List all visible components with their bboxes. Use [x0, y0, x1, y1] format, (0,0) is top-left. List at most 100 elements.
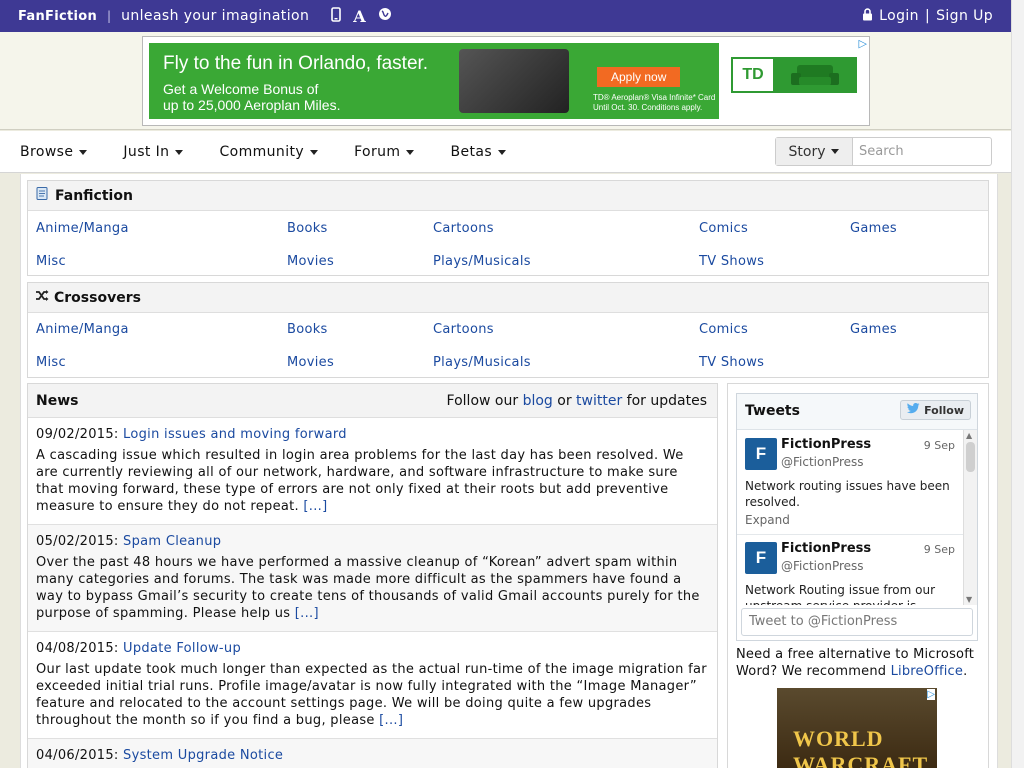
caret-down-icon — [831, 149, 840, 154]
fanfiction-anime-manga[interactable]: Anime/Manga — [36, 221, 129, 236]
crossover-plays-musicals[interactable]: Plays/Musicals — [433, 355, 531, 370]
tweet-author-name[interactable]: FictionPress — [781, 437, 871, 452]
shuffle-icon — [35, 289, 49, 306]
crossover-comics[interactable]: Comics — [699, 322, 748, 337]
tweets-scrollbar[interactable]: ▲ ▼ — [963, 430, 977, 605]
apply-now-button[interactable]: Apply now — [597, 67, 681, 87]
news-follow-text: Follow our blog or twitter for updates — [447, 393, 707, 409]
fanfiction-cartoons[interactable]: Cartoons — [433, 221, 494, 236]
news-item: 04/08/2015: Update Follow-up Our last up… — [28, 632, 717, 739]
caret-down-icon — [498, 149, 507, 155]
news-date: 04/06/2015: — [36, 748, 119, 763]
scroll-down-icon[interactable]: ▼ — [966, 595, 972, 604]
twitter-widget: Tweets Follow F FictionPress @FictionPre… — [736, 393, 978, 641]
news-date: 05/02/2015: — [36, 534, 119, 549]
news-title-link[interactable]: Spam Cleanup — [123, 534, 221, 549]
news-title-link[interactable]: System Upgrade Notice — [123, 748, 283, 763]
tweet-date[interactable]: 9 Sep — [924, 439, 955, 452]
adchoices-icon[interactable]: ▷ — [927, 689, 935, 700]
tweet-text: Network Routing issue from our upstream … — [745, 583, 936, 605]
font-icon[interactable]: A — [353, 7, 365, 26]
side-ad-banner[interactable]: WORLD WARCRAFT ▷ — [777, 688, 937, 768]
news-header: News Follow our blog or twitter for upda… — [28, 384, 717, 418]
fanfiction-books[interactable]: Books — [287, 221, 328, 236]
caret-down-icon — [175, 149, 184, 155]
fanfiction-comics[interactable]: Comics — [699, 221, 748, 236]
ad-headline: Fly to the fun in Orlando, faster. — [163, 53, 429, 74]
fanfiction-movies[interactable]: Movies — [287, 254, 334, 269]
news-more-link[interactable]: [...] — [303, 499, 327, 514]
fanfiction-plays-musicals[interactable]: Plays/Musicals — [433, 254, 531, 269]
fictionpress-avatar[interactable]: F — [745, 542, 777, 574]
libreoffice-link[interactable]: LibreOffice — [891, 664, 964, 679]
tweet-date[interactable]: 9 Sep — [924, 543, 955, 556]
twitter-follow-button[interactable]: Follow — [900, 400, 971, 420]
crossover-misc[interactable]: Misc — [36, 355, 66, 370]
tweets-header: Tweets Follow — [737, 394, 977, 430]
crossover-cartoons[interactable]: Cartoons — [433, 322, 494, 337]
search-type-select[interactable]: Story — [776, 138, 853, 165]
crossovers-title: Crossovers — [54, 289, 141, 306]
scroll-up-icon[interactable]: ▲ — [966, 431, 972, 440]
fictionpress-avatar[interactable]: F — [745, 438, 777, 470]
top-bar: FanFiction | unleash your imagination A … — [0, 0, 1011, 32]
ad-green-panel: Fly to the fun in Orlando, faster. Get a… — [149, 43, 719, 119]
armchair-icon — [791, 65, 839, 85]
news-item: 09/02/2015: Login issues and moving forw… — [28, 418, 717, 525]
caret-down-icon — [406, 149, 415, 155]
follow-suffix: for updates — [626, 393, 707, 409]
news-title-link[interactable]: Update Follow-up — [123, 641, 241, 656]
tweet-compose-input[interactable]: Tweet to @FictionPress — [741, 608, 973, 636]
top-ad-banner[interactable]: Fly to the fun in Orlando, faster. Get a… — [142, 36, 870, 126]
tweet-author-name[interactable]: FictionPress — [781, 541, 871, 556]
nav-forum[interactable]: Forum — [354, 144, 415, 160]
page-scrollbar[interactable] — [1011, 0, 1024, 768]
login-link[interactable]: Login — [879, 8, 919, 24]
tweet-author-handle[interactable]: @FictionPress — [781, 559, 864, 573]
td-logo: TD — [733, 59, 773, 91]
news-title-link[interactable]: Login issues and moving forward — [123, 427, 347, 442]
fanfiction-categories: Fanfiction Anime/Manga Books Cartoons Co… — [27, 180, 989, 276]
blog-link[interactable]: blog — [523, 393, 553, 409]
tweet[interactable]: F FictionPress @FictionPress 9 Sep Netwo… — [737, 535, 963, 605]
libreoffice-recommendation: Need a free alternative to Microsoft Wor… — [736, 646, 984, 680]
top-ad-area: Fly to the fun in Orlando, faster. Get a… — [0, 32, 1011, 130]
mobile-icon[interactable] — [331, 6, 342, 26]
globe-icon[interactable] — [378, 7, 392, 25]
crossover-books[interactable]: Books — [287, 322, 328, 337]
nav-betas[interactable]: Betas — [450, 144, 507, 160]
fanfiction-misc[interactable]: Misc — [36, 254, 66, 269]
nav-community-label: Community — [219, 144, 305, 160]
news-more-link[interactable]: [...] — [379, 713, 403, 728]
tweet-author-handle[interactable]: @FictionPress — [781, 455, 864, 469]
twitter-link[interactable]: twitter — [576, 393, 622, 409]
recommend-period: . — [963, 664, 968, 679]
tweet-expand-link[interactable]: Expand — [745, 513, 790, 527]
crossover-tv-shows[interactable]: TV Shows — [699, 355, 764, 370]
credit-card-image — [459, 49, 569, 113]
tweet[interactable]: F FictionPress @FictionPress 9 Sep Netwo… — [737, 431, 963, 535]
tweets-title: Tweets — [745, 403, 800, 419]
site-logo[interactable]: FanFiction — [18, 9, 97, 24]
crossover-movies[interactable]: Movies — [287, 355, 334, 370]
main-nav: Browse Just In Community Forum Betas Sto… — [0, 131, 1011, 173]
crossover-anime-manga[interactable]: Anime/Manga — [36, 322, 129, 337]
nav-just-in[interactable]: Just In — [123, 144, 184, 160]
adchoices-icon[interactable]: ▷ — [859, 37, 867, 50]
tweets-scroll-thumb[interactable] — [966, 442, 975, 472]
signup-link[interactable]: Sign Up — [936, 8, 993, 24]
nav-community[interactable]: Community — [219, 144, 319, 160]
crossover-games[interactable]: Games — [850, 322, 897, 337]
fanfiction-tv-shows[interactable]: TV Shows — [699, 254, 764, 269]
site-tagline: unleash your imagination — [121, 8, 310, 24]
news-more-link[interactable]: [...] — [295, 606, 319, 621]
nav-just-in-label: Just In — [123, 144, 170, 160]
nav-browse[interactable]: Browse — [20, 144, 88, 160]
side-ad-logo-text: WORLD WARCRAFT — [793, 726, 929, 768]
auth-links: Login | Sign Up — [862, 0, 993, 32]
top-icons: A — [331, 7, 391, 26]
ad-fine-line1: TD® Aeroplan® Visa Infinite* Card — [593, 93, 716, 102]
search-input[interactable] — [853, 138, 991, 165]
caret-down-icon — [310, 149, 319, 155]
fanfiction-games[interactable]: Games — [850, 221, 897, 236]
